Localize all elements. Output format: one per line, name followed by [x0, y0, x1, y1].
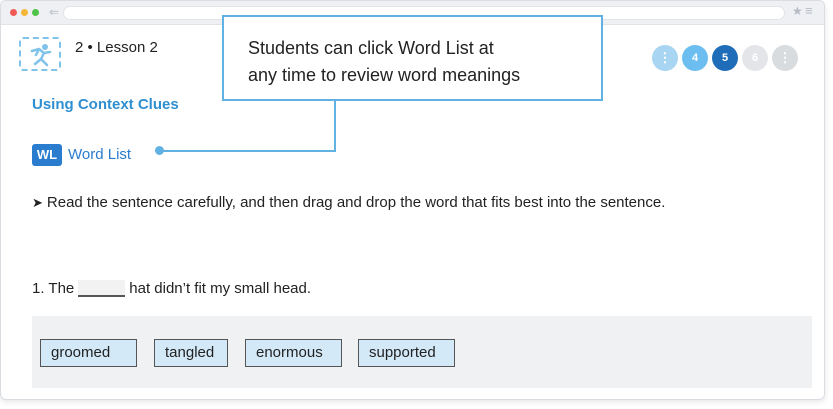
- back-arrow-icon[interactable]: ⇐: [49, 5, 59, 19]
- callout-pointer-dot: [155, 146, 164, 155]
- word-chip-tangled[interactable]: tangled: [154, 339, 228, 367]
- question-sentence: 1. The hat didn’t fit my small head.: [32, 280, 311, 297]
- app-logo: [19, 37, 61, 71]
- lesson-title: 2 • Lesson 2: [75, 39, 158, 56]
- word-list-link[interactable]: Word List: [68, 146, 131, 163]
- instruction-label: Read the sentence carefully, and then dr…: [46, 194, 666, 211]
- callout-connector-vertical: [334, 101, 336, 151]
- question-prefix: 1. The: [32, 280, 75, 297]
- minimize-window-button[interactable]: [21, 9, 28, 16]
- word-chip-enormous[interactable]: enormous: [245, 339, 342, 367]
- step-5-current[interactable]: 5: [712, 45, 738, 71]
- word-chip-supported[interactable]: supported: [358, 339, 455, 367]
- word-list-icon[interactable]: WL: [32, 144, 62, 166]
- question-suffix: hat didn’t fit my small head.: [129, 280, 312, 297]
- step-6[interactable]: 6: [742, 45, 768, 71]
- annotation-callout: Students can click Word List at any time…: [222, 15, 603, 101]
- running-figure-icon: [30, 44, 52, 67]
- callout-connector-horizontal: [160, 150, 336, 152]
- section-title: Using Context Clues: [32, 96, 179, 113]
- step-more-after[interactable]: ⋮: [772, 45, 798, 71]
- callout-line-1: Students can click Word List at: [248, 38, 494, 58]
- instruction-text: ➤ Read the sentence carefully, and then d…: [32, 194, 665, 211]
- answer-drop-zone[interactable]: [78, 280, 126, 297]
- step-more-before[interactable]: ⋮: [652, 45, 678, 71]
- maximize-window-button[interactable]: [32, 9, 39, 16]
- close-window-button[interactable]: [10, 9, 17, 16]
- step-4[interactable]: 4: [682, 45, 708, 71]
- word-bank: groomed tangled enormous supported: [32, 316, 812, 388]
- menu-icon[interactable]: ≡: [805, 3, 813, 18]
- word-chip-groomed[interactable]: groomed: [40, 339, 137, 367]
- arrow-bullet-icon: ➤: [32, 195, 43, 210]
- star-icon[interactable]: ★: [792, 4, 803, 18]
- callout-line-2: any time to review word meanings: [248, 65, 521, 85]
